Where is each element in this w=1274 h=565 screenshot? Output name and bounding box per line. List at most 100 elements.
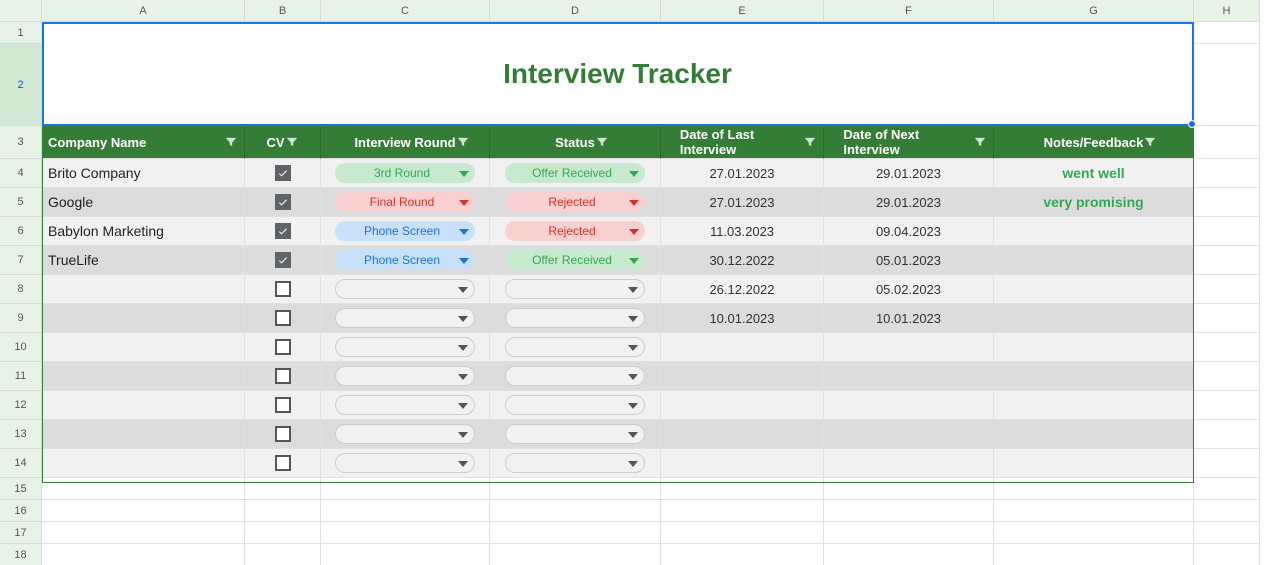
round-dropdown[interactable]: 3rd Round xyxy=(335,163,475,183)
row-header-18[interactable]: 18 xyxy=(0,544,42,565)
company-cell[interactable] xyxy=(42,333,245,362)
row-header-9[interactable]: 9 xyxy=(0,304,42,333)
cell-blank[interactable] xyxy=(1194,188,1260,217)
cell-blank[interactable] xyxy=(824,522,994,544)
status-cell[interactable] xyxy=(490,449,661,478)
status-dropdown[interactable] xyxy=(505,424,645,444)
status-dropdown[interactable]: Rejected xyxy=(505,221,645,241)
row-header-11[interactable]: 11 xyxy=(0,362,42,391)
cell-blank[interactable] xyxy=(245,478,321,500)
company-cell[interactable] xyxy=(42,420,245,449)
cv-checkbox[interactable] xyxy=(275,368,291,384)
cell-blank[interactable] xyxy=(1194,159,1260,188)
last-interview-cell[interactable] xyxy=(661,362,824,391)
filter-icon[interactable] xyxy=(595,135,609,149)
cell-blank[interactable] xyxy=(321,522,490,544)
row-header-4[interactable]: 4 xyxy=(0,159,42,188)
cv-checkbox[interactable] xyxy=(275,165,291,181)
table-header-next[interactable]: Date of Next Interview xyxy=(824,126,994,159)
round-cell[interactable] xyxy=(321,391,490,420)
cv-checkbox[interactable] xyxy=(275,310,291,326)
row-header-5[interactable]: 5 xyxy=(0,188,42,217)
cell-blank[interactable] xyxy=(321,478,490,500)
filter-icon[interactable] xyxy=(803,135,817,149)
notes-cell[interactable] xyxy=(994,246,1194,275)
cell-blank[interactable] xyxy=(1194,275,1260,304)
next-interview-cell[interactable]: 10.01.2023 xyxy=(824,304,994,333)
cv-checkbox[interactable] xyxy=(275,281,291,297)
company-cell[interactable]: Google xyxy=(42,188,245,217)
cell-blank[interactable] xyxy=(824,500,994,522)
col-header-F[interactable]: F xyxy=(824,0,994,22)
cell-blank[interactable] xyxy=(1194,420,1260,449)
cell-blank[interactable] xyxy=(661,500,824,522)
status-dropdown[interactable] xyxy=(505,337,645,357)
next-interview-cell[interactable]: 05.02.2023 xyxy=(824,275,994,304)
cell-blank[interactable] xyxy=(42,522,245,544)
cell-blank[interactable] xyxy=(490,500,661,522)
cv-cell[interactable] xyxy=(245,333,321,362)
cell-blank[interactable] xyxy=(994,500,1194,522)
cv-checkbox[interactable] xyxy=(275,223,291,239)
cell-blank[interactable] xyxy=(1194,391,1260,420)
filter-icon[interactable] xyxy=(224,135,238,149)
round-cell[interactable]: Final Round xyxy=(321,188,490,217)
cv-checkbox[interactable] xyxy=(275,426,291,442)
company-cell[interactable] xyxy=(42,304,245,333)
row-header-1[interactable]: 1 xyxy=(0,22,42,44)
cv-checkbox[interactable] xyxy=(275,339,291,355)
cv-checkbox[interactable] xyxy=(275,397,291,413)
status-dropdown[interactable]: Offer Received xyxy=(505,250,645,270)
next-interview-cell[interactable] xyxy=(824,449,994,478)
col-header-B[interactable]: B xyxy=(245,0,321,22)
page-title[interactable]: Interview Tracker xyxy=(42,22,1194,126)
cell-blank[interactable] xyxy=(245,500,321,522)
status-cell[interactable] xyxy=(490,275,661,304)
cv-checkbox[interactable] xyxy=(275,194,291,210)
round-dropdown[interactable] xyxy=(335,453,475,473)
cell-blank[interactable] xyxy=(661,478,824,500)
notes-cell[interactable] xyxy=(994,217,1194,246)
cell-blank[interactable] xyxy=(490,478,661,500)
last-interview-cell[interactable]: 30.12.2022 xyxy=(661,246,824,275)
round-dropdown[interactable]: Phone Screen xyxy=(335,221,475,241)
round-cell[interactable] xyxy=(321,420,490,449)
round-cell[interactable] xyxy=(321,333,490,362)
cell-blank[interactable] xyxy=(1194,44,1260,126)
status-dropdown[interactable] xyxy=(505,395,645,415)
status-dropdown[interactable] xyxy=(505,308,645,328)
cv-checkbox[interactable] xyxy=(275,252,291,268)
round-dropdown[interactable]: Phone Screen xyxy=(335,250,475,270)
row-header-17[interactable]: 17 xyxy=(0,522,42,544)
cell-blank[interactable] xyxy=(1194,449,1260,478)
cell-blank[interactable] xyxy=(1194,522,1260,544)
company-cell[interactable]: TrueLife xyxy=(42,246,245,275)
notes-cell[interactable] xyxy=(994,362,1194,391)
last-interview-cell[interactable] xyxy=(661,333,824,362)
cell-blank[interactable] xyxy=(1194,500,1260,522)
round-dropdown[interactable] xyxy=(335,395,475,415)
cell-blank[interactable] xyxy=(1194,544,1260,565)
last-interview-cell[interactable]: 10.01.2023 xyxy=(661,304,824,333)
cell-blank[interactable] xyxy=(245,544,321,565)
next-interview-cell[interactable]: 09.04.2023 xyxy=(824,217,994,246)
next-interview-cell[interactable] xyxy=(824,362,994,391)
last-interview-cell[interactable]: 27.01.2023 xyxy=(661,159,824,188)
company-cell[interactable]: Babylon Marketing xyxy=(42,217,245,246)
next-interview-cell[interactable]: 29.01.2023 xyxy=(824,188,994,217)
col-header-A[interactable]: A xyxy=(42,0,245,22)
round-dropdown[interactable]: Final Round xyxy=(335,192,475,212)
status-dropdown[interactable]: Rejected xyxy=(505,192,645,212)
round-dropdown[interactable] xyxy=(335,424,475,444)
round-cell[interactable] xyxy=(321,362,490,391)
cell-blank[interactable] xyxy=(994,478,1194,500)
cv-cell[interactable] xyxy=(245,449,321,478)
table-header-status[interactable]: Status xyxy=(490,126,661,159)
cv-cell[interactable] xyxy=(245,188,321,217)
col-header-E[interactable]: E xyxy=(661,0,824,22)
status-dropdown[interactable] xyxy=(505,453,645,473)
cell-blank[interactable] xyxy=(1194,246,1260,275)
next-interview-cell[interactable] xyxy=(824,420,994,449)
round-dropdown[interactable] xyxy=(335,337,475,357)
row-header-6[interactable]: 6 xyxy=(0,217,42,246)
